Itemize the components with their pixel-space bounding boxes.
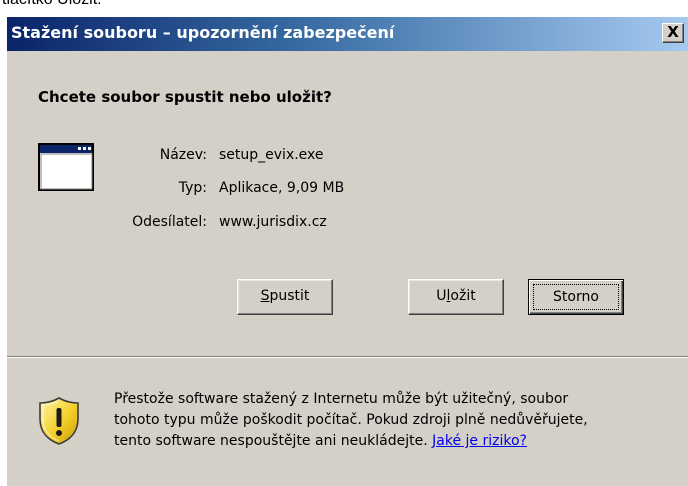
dialog-title: Stažení souboru – upozornění zabezpečení (11, 23, 395, 42)
background-caption: tlačítko Uložit. (0, 0, 688, 9)
cancel-button[interactable]: Storno (528, 279, 624, 315)
cancel-label: Storno (533, 284, 619, 310)
risk-info-link[interactable]: Jaké je riziko? (432, 433, 527, 449)
file-type-value: Aplikace, 9,09 MB (219, 180, 345, 196)
run-label-rest: pustit (269, 288, 310, 304)
close-button[interactable]: X (662, 23, 684, 43)
security-warning-text: Přestože software stažený z Internetu mů… (114, 389, 674, 452)
shield-warning-icon (39, 397, 79, 445)
save-button[interactable]: Uložit (408, 279, 504, 315)
download-security-dialog: Stažení souboru – upozornění zabezpečení… (6, 16, 688, 486)
warning-line-3: tento software nespouštějte ani neukláde… (114, 433, 428, 449)
warning-line-1: Přestože software stažený z Internetu mů… (114, 391, 569, 407)
warning-line-3-wrap: tento software nespouštějte ani neukláde… (114, 431, 674, 452)
warning-line-2: tohoto typu může poškodit počítač. Pokud… (114, 412, 588, 428)
file-name-value: setup_evix.exe (219, 147, 324, 163)
file-sender-value: www.jurisdix.cz (219, 214, 327, 230)
file-type-label: Typ: (178, 180, 207, 196)
dialog-question: Chcete soubor spustit nebo uložit? (38, 88, 332, 106)
separator-highlight (7, 357, 688, 358)
run-button[interactable]: Spustit (237, 279, 333, 315)
file-name-label: Název: (159, 147, 207, 163)
title-bar[interactable]: Stažení souboru – upozornění zabezpečení… (7, 17, 688, 51)
save-label-start: U (436, 288, 447, 304)
save-label-rest: ožit (450, 288, 476, 304)
file-sender-label: Odesílatel: (132, 214, 207, 230)
